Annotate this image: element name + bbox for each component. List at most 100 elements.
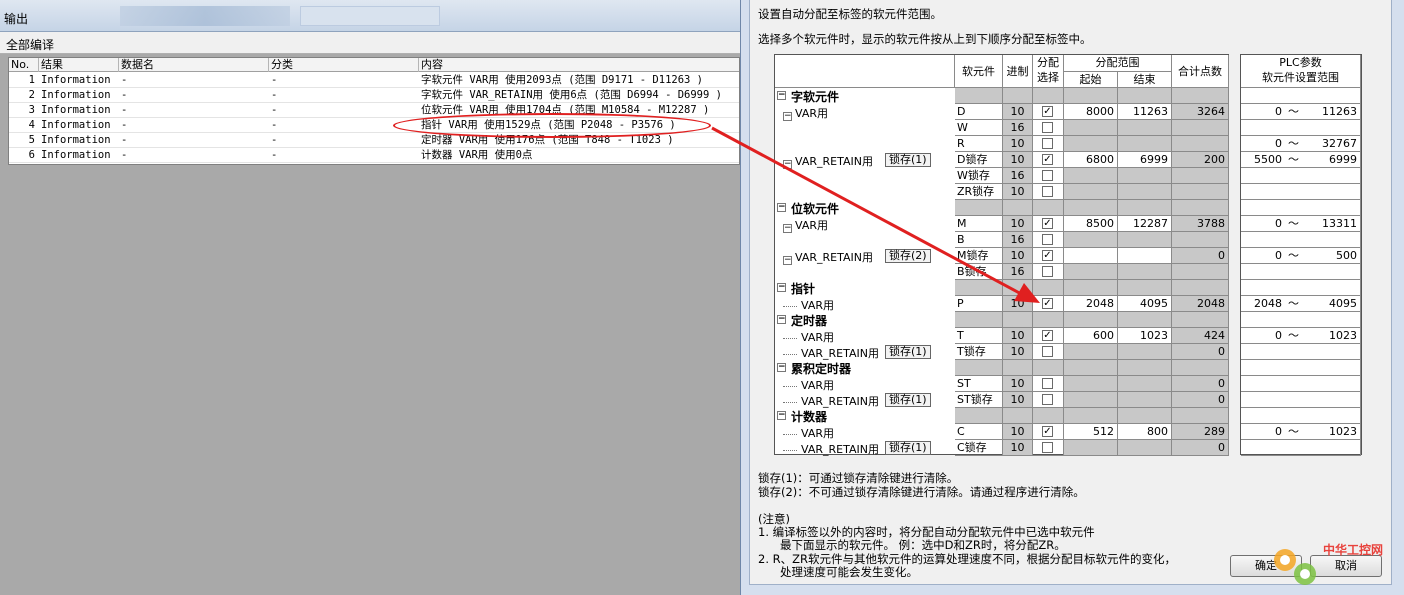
collapse-icon[interactable]: − [783,112,792,121]
alloc-checkbox-cell[interactable]: ✓ [1033,328,1064,344]
plc-range: 0 ～ 1023 [1241,424,1361,440]
alloc-checkbox[interactable]: ✓ [1042,106,1053,117]
alloc-checkbox-cell[interactable] [1033,232,1064,248]
total-points [1172,232,1229,248]
output-row[interactable]: 1 Information - - 字软元件 VAR用 使用2093点 (范围 D917… [9,73,739,88]
row-label: − VAR用 [783,105,828,121]
collapse-icon[interactable]: − [783,160,792,169]
cell-no: 6 [28,149,35,161]
lock-button[interactable]: 锁存(1) [885,441,931,455]
alloc-checkbox-cell[interactable] [1033,376,1064,392]
collapse-icon[interactable]: − [783,256,792,265]
alloc-checkbox[interactable] [1042,378,1053,389]
alloc-checkbox-cell[interactable] [1033,136,1064,152]
cell-data: - [121,134,128,146]
total-points: 3264 [1172,104,1229,120]
alloc-checkbox[interactable]: ✓ [1042,298,1053,309]
plc-from: 0 [1275,329,1282,342]
alloc-checkbox[interactable] [1042,186,1053,197]
alloc-checkbox-cell[interactable]: ✓ [1033,216,1064,232]
range-start-input[interactable] [1064,248,1118,264]
range-end-input[interactable]: 800 [1118,424,1172,440]
collapse-icon[interactable]: − [777,91,786,100]
alloc-checkbox-cell[interactable]: ✓ [1033,296,1064,312]
collapse-icon[interactable]: − [777,315,786,324]
row-label: − VAR_RETAIN用 [783,153,873,169]
cell-cat: - [271,134,278,146]
collapse-icon[interactable]: − [777,411,786,420]
alloc-checkbox[interactable]: ✓ [1042,250,1053,261]
lock-button[interactable]: 锁存(1) [885,345,931,359]
lock-button[interactable]: 锁存(1) [885,153,931,167]
col-result[interactable]: 结果 [39,58,119,72]
section-label: 累积定时器 [791,362,852,376]
range-end-input[interactable]: 1023 [1118,328,1172,344]
col-category[interactable]: 分类 [269,58,419,72]
lock-button[interactable]: 锁存(1) [885,393,931,407]
alloc-checkbox-cell[interactable] [1033,120,1064,136]
section-fill [1064,408,1118,424]
compile-label: 全部编译 [6,38,55,52]
range-start-input[interactable]: 600 [1064,328,1118,344]
device-base: 10 [1003,248,1033,264]
alloc-checkbox[interactable] [1042,122,1053,133]
range-end-input[interactable]: 12287 [1118,216,1172,232]
range-start-input[interactable]: 2048 [1064,296,1118,312]
tilde: ～ [1288,217,1299,230]
alloc-checkbox[interactable]: ✓ [1042,218,1053,229]
alloc-checkbox[interactable] [1042,346,1053,357]
section-fill [1003,88,1033,104]
device-name: B [955,232,1003,248]
alloc-checkbox[interactable]: ✓ [1042,330,1053,341]
col-content[interactable]: 内容 [419,58,741,72]
output-row[interactable]: 2 Information - - 字软元件 VAR_RETAIN用 使用6点 (范围 … [9,88,739,103]
alloc-checkbox[interactable] [1042,394,1053,405]
range-end-input[interactable]: 11263 [1118,104,1172,120]
range-end-input[interactable]: 6999 [1118,152,1172,168]
range-end-input [1118,392,1172,408]
alloc-checkbox-cell[interactable]: ✓ [1033,424,1064,440]
alloc-checkbox-cell[interactable] [1033,440,1064,456]
alloc-checkbox[interactable] [1042,170,1053,181]
alloc-checkbox[interactable] [1042,138,1053,149]
collapse-icon[interactable]: − [783,224,792,233]
alloc-checkbox[interactable]: ✓ [1042,426,1053,437]
output-row[interactable]: 6 Information - - 计数器 VAR用 使用0点 [9,148,739,163]
section-fill [1033,88,1064,104]
plc-range: 5500 ～ 6999 [1241,152,1361,168]
range-end-input[interactable]: 4095 [1118,296,1172,312]
device-base: 10 [1003,344,1033,360]
alloc-checkbox-cell[interactable] [1033,392,1064,408]
alloc-checkbox-cell[interactable] [1033,168,1064,184]
lock-button[interactable]: 锁存(2) [885,249,931,263]
plc-range: 0 ～ 13311 [1241,216,1361,232]
header-range: 分配范围 [1064,55,1172,72]
col-no[interactable]: No. [9,58,39,72]
note-lock2: 锁存(2)：不可通过锁存清除键进行清除。请通过程序进行清除。 [758,485,1085,499]
alloc-checkbox[interactable] [1042,442,1053,453]
collapse-icon[interactable]: − [777,363,786,372]
alloc-checkbox-cell[interactable]: ✓ [1033,248,1064,264]
row-label: VAR用 [783,329,834,345]
output-grid[interactable]: No. 结果 数据名 分类 内容 1 Information - - 字软元件 VAR用… [8,57,741,165]
device-name: M [955,216,1003,232]
tilde: ～ [1288,297,1299,310]
alloc-checkbox-cell[interactable]: ✓ [1033,104,1064,120]
range-start-input[interactable]: 6800 [1064,152,1118,168]
alloc-checkbox[interactable] [1042,266,1053,277]
alloc-checkbox-cell[interactable]: ✓ [1033,152,1064,168]
plc-from: 0 [1275,249,1282,262]
range-start-input [1064,392,1118,408]
range-end-input[interactable] [1118,248,1172,264]
alloc-checkbox[interactable] [1042,234,1053,245]
range-start-input[interactable]: 8500 [1064,216,1118,232]
range-start-input[interactable]: 8000 [1064,104,1118,120]
alloc-checkbox-cell[interactable] [1033,264,1064,280]
alloc-checkbox-cell[interactable] [1033,344,1064,360]
range-start-input[interactable]: 512 [1064,424,1118,440]
alloc-checkbox[interactable]: ✓ [1042,154,1053,165]
collapse-icon[interactable]: − [777,283,786,292]
alloc-checkbox-cell[interactable] [1033,184,1064,200]
collapse-icon[interactable]: − [777,203,786,212]
col-dataname[interactable]: 数据名 [119,58,269,72]
